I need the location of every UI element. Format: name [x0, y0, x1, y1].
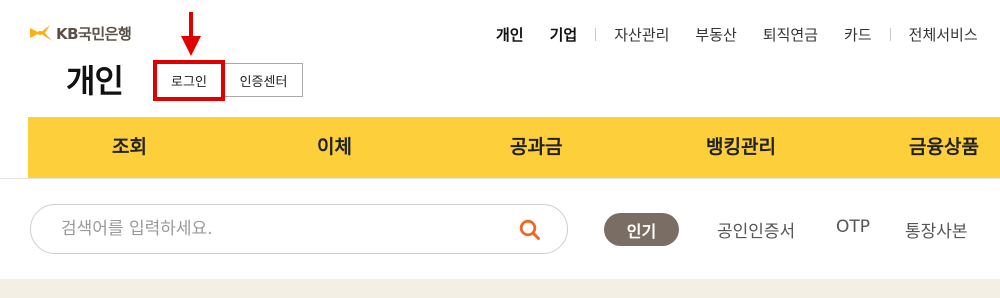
nav-asset-management[interactable]: 자산관리: [614, 24, 669, 45]
keyword-link[interactable]: 공인인증서: [717, 217, 795, 242]
search-input[interactable]: [61, 205, 501, 253]
nav-pension[interactable]: 퇴직연금: [763, 24, 818, 45]
divider: [0, 178, 1000, 179]
menu-inquiry[interactable]: 조회: [112, 117, 147, 178]
menu-transfer[interactable]: 이체: [317, 117, 352, 178]
kb-logo[interactable]: KB국민은행: [28, 22, 132, 44]
kb-page: KB국민은행 개인 기업 자산관리 부동산 퇴직연금 카드 전체서비스 개인 로…: [0, 0, 1000, 298]
login-button[interactable]: 로그인: [153, 60, 225, 101]
kb-star-logo-icon: [30, 25, 52, 41]
search-icon[interactable]: [519, 219, 541, 241]
search-box: [30, 204, 568, 254]
nav-separator: [889, 28, 891, 41]
login-button-label: 로그인: [171, 75, 207, 90]
keyword-link[interactable]: 통장사본: [905, 217, 968, 242]
nav-corporate[interactable]: 기업: [550, 24, 578, 45]
cert-center-button[interactable]: 인증센터: [225, 63, 303, 97]
nav-real-estate[interactable]: 부동산: [695, 24, 736, 45]
nav-separator: [595, 28, 597, 41]
keyword-link[interactable]: OTP: [836, 217, 870, 237]
menu-utility-bills[interactable]: 공과금: [510, 117, 562, 178]
logo-text: KB국민은행: [56, 24, 132, 43]
nav-personal[interactable]: 개인: [496, 24, 524, 45]
nav-all-services[interactable]: 전체서비스: [909, 24, 978, 45]
content-band: [0, 279, 1000, 298]
menu-banking-management[interactable]: 뱅킹관리: [706, 117, 776, 178]
nav-card[interactable]: 카드: [844, 24, 872, 45]
cert-center-label: 인증센터: [239, 74, 288, 90]
top-nav: 개인 기업 자산관리 부동산 퇴직연금 카드 전체서비스: [496, 24, 978, 45]
arrow-down-icon: [181, 12, 201, 56]
menu-financial-products[interactable]: 금융상품: [909, 117, 979, 178]
main-menu-bar: 조회 이체 공과금 뱅킹관리 금융상품: [28, 117, 1000, 178]
page-title: 개인: [66, 62, 124, 100]
popular-badge: 인기: [604, 213, 679, 246]
